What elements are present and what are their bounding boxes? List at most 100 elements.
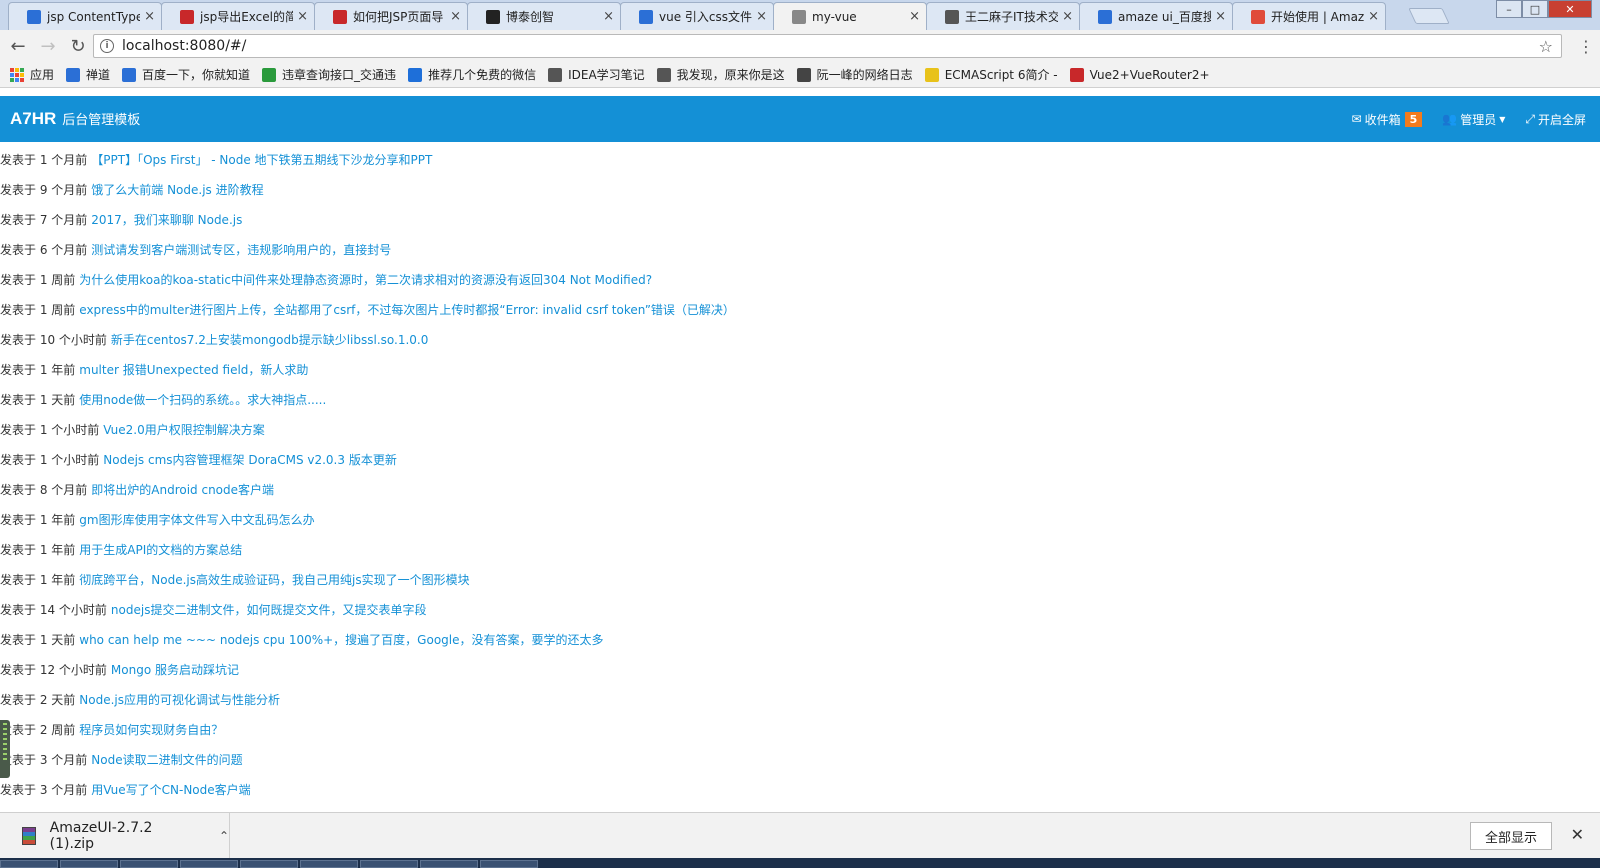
juhe-icon (262, 67, 277, 82)
bookmark-item[interactable]: IDEA学习笔记 (548, 66, 645, 83)
back-arrow-icon: ← (10, 35, 26, 57)
topic-link[interactable]: who can help me ~~~ nodejs cpu 100%+，搜遍了… (79, 633, 603, 647)
brand-logo[interactable]: A7HR 后台管理模板 (10, 109, 140, 129)
side-drag-handle[interactable] (0, 720, 10, 778)
bookmark-item[interactable]: 百度一下，你就知道 (122, 66, 250, 83)
topic-link[interactable]: 测试请发到客户端测试专区，违规影响用户的，直接封号 (91, 243, 391, 257)
browser-toolbar: ← → ↻ i ☆ ⋮ (0, 30, 1600, 62)
topic-link[interactable]: 【PPT】「Ops First」 - Node 地下铁第五期线下沙龙分享和PPT (91, 153, 432, 167)
address-bar[interactable]: i ☆ (93, 34, 1562, 58)
topic-link[interactable]: Node读取二进制文件的问题 (91, 753, 242, 767)
forward-arrow-icon: → (40, 35, 56, 57)
tab-title: jsp ContentType (47, 9, 141, 24)
browser-tab[interactable]: 博泰创智 × (467, 2, 621, 30)
download-options-chevron-icon[interactable]: ⌃ (219, 829, 229, 843)
topic-link[interactable]: Vue2.0用户权限控制解决方案 (103, 423, 264, 437)
topic-link[interactable]: 用Vue写了个CN-Node客户端 (91, 783, 250, 797)
topic-link[interactable]: Nodejs cms内容管理框架 DoraCMS v2.0.3 版本更新 (103, 453, 397, 467)
tab-close-icon[interactable]: × (1368, 9, 1379, 24)
new-tab-button[interactable] (1408, 8, 1450, 24)
scissors-icon (656, 67, 671, 82)
inbox-button[interactable]: ✉ 收件箱 5 (1352, 111, 1423, 128)
topic-link[interactable]: 新手在centos7.2上安装mongodb提示缺少libssl.so.1.0.… (111, 333, 428, 347)
show-all-downloads-button[interactable]: 全部显示 (1469, 822, 1552, 850)
bookmark-item[interactable]: 禅道 (66, 66, 110, 83)
tab-close-icon[interactable]: × (450, 9, 461, 24)
taskbar-button[interactable] (420, 860, 478, 868)
taskbar-button[interactable] (120, 860, 178, 868)
minimize-icon[interactable]: – (1496, 0, 1522, 18)
bookmark-item[interactable]: 应用 (10, 66, 54, 83)
bookmark-label: IDEA学习笔记 (568, 68, 645, 82)
taskbar-button[interactable] (300, 860, 358, 868)
browser-tab[interactable]: my-vue × (773, 2, 927, 30)
bookmark-item[interactable]: 我发现，原来你是这 (656, 66, 785, 83)
topic-link[interactable]: 饿了么大前端 Node.js 进阶教程 (91, 183, 263, 197)
fullscreen-button[interactable]: ⤢ 开启全屏 (1525, 111, 1586, 128)
baidu-paw-icon (122, 67, 137, 82)
admin-label: 管理员 (1460, 112, 1497, 127)
window-close-icon[interactable]: ✕ (1548, 0, 1592, 18)
apps-grid-icon (10, 67, 24, 82)
forward-button[interactable]: → (36, 34, 60, 58)
topic-row: 发表于 1 天前 who can help me ~~~ nodejs cpu 1… (0, 625, 1600, 655)
reload-button[interactable]: ↻ (66, 34, 90, 58)
admin-menu-button[interactable]: 👥 管理员 ▼ (1442, 111, 1505, 128)
topic-link[interactable]: 使用node做一个扫码的系统。。求大神指点..... (79, 393, 326, 407)
bookmark-label: 违章查询接口_交通违 (282, 68, 397, 82)
close-download-bar-icon[interactable]: ✕ (1571, 825, 1584, 844)
browser-tab[interactable]: 王二麻子IT技术交 × (926, 2, 1080, 30)
tab-title: amaze ui_百度搜 (1118, 10, 1212, 24)
tab-close-icon[interactable]: × (1215, 9, 1226, 24)
topic-link[interactable]: Node.js应用的可视化调试与性能分析 (79, 693, 280, 707)
topic-link[interactable]: multer 报错Unexpected field，新人求助 (79, 363, 308, 377)
bookmark-item[interactable]: ECMAScript 6简介 - (924, 66, 1058, 83)
zentao-icon (66, 67, 81, 82)
download-bar: AmazeUI-2.7.2 (1).zip ⌃ 全部显示 ✕ (0, 812, 1600, 858)
maximize-icon[interactable]: □ (1522, 0, 1548, 18)
topic-row: 发表于 8 个月前 即将出炉的Android cnode客户端 (0, 475, 1600, 505)
bookmark-item[interactable]: 违章查询接口_交通违 (262, 66, 396, 83)
bookmark-label: 禅道 (86, 68, 111, 82)
site-info-icon[interactable]: i (100, 39, 114, 53)
topic-link[interactable]: nodejs提交二进制文件，如何既提交文件，又提交表单字段 (111, 603, 427, 617)
tab-close-icon[interactable]: × (909, 9, 920, 24)
taskbar-button[interactable] (60, 860, 118, 868)
tab-close-icon[interactable]: × (603, 9, 614, 24)
back-button[interactable]: ← (6, 34, 30, 58)
bookmark-item[interactable]: Vue2+VueRouter2+ (1069, 67, 1210, 82)
browser-tab[interactable]: 如何把JSP页面导 × (314, 2, 468, 30)
browser-menu-icon[interactable]: ⋮ (1578, 37, 1594, 56)
bookmark-item[interactable]: 推荐几个免费的微信 (408, 66, 536, 83)
tab-close-icon[interactable]: × (1062, 9, 1073, 24)
os-taskbar (0, 858, 1600, 868)
taskbar-button[interactable] (0, 860, 58, 868)
topic-link[interactable]: 程序员如何实现财务自由？ (79, 723, 223, 737)
bookmark-star-icon[interactable]: ☆ (1539, 37, 1553, 56)
topic-link[interactable]: express中的multer进行图片上传，全站都用了csrf，不过每次图片上传… (79, 303, 735, 317)
taskbar-button[interactable] (360, 860, 418, 868)
browser-tab[interactable]: jsp导出Excel的简 × (161, 2, 315, 30)
download-item[interactable]: AmazeUI-2.7.2 (1).zip ⌃ (0, 813, 230, 858)
tab-close-icon[interactable]: × (297, 9, 308, 24)
tab-close-icon[interactable]: × (756, 9, 767, 24)
browser-tab[interactable]: jsp ContentType × (8, 2, 162, 30)
topic-link[interactable]: 为什么使用koa的koa-static中间件来处理静态资源时，第二次请求相对的资… (79, 273, 652, 287)
topic-link[interactable]: 即将出炉的Android cnode客户端 (91, 483, 274, 497)
taskbar-button[interactable] (480, 860, 538, 868)
scissors-icon (945, 9, 959, 24)
bookmark-item[interactable]: 阮一峰的网络日志 (796, 66, 913, 83)
taskbar-button[interactable] (240, 860, 298, 868)
taskbar-button[interactable] (180, 860, 238, 868)
topic-link[interactable]: gm图形库使用字体文件写入中文乱码怎么办 (79, 513, 314, 527)
topic-link[interactable]: Mongo 服务启动踩坑记 (111, 663, 239, 677)
topic-link[interactable]: 2017，我们来聊聊 Node.js (91, 213, 242, 227)
tab-close-icon[interactable]: × (144, 9, 155, 24)
topic-time: 发表于 1 个小时前 (0, 423, 100, 437)
topic-link[interactable]: 彻底跨平台，Node.js高效生成验证码，我自己用纯js实现了一个图形模块 (79, 573, 469, 587)
browser-tab[interactable]: vue 引入css文件 × (620, 2, 774, 30)
browser-tab[interactable]: 开始使用 | Amaz × (1232, 2, 1386, 30)
browser-tab[interactable]: amaze ui_百度搜 × (1079, 2, 1233, 30)
address-input[interactable] (122, 38, 1539, 54)
topic-link[interactable]: 用于生成API的文档的方案总结 (79, 543, 242, 557)
